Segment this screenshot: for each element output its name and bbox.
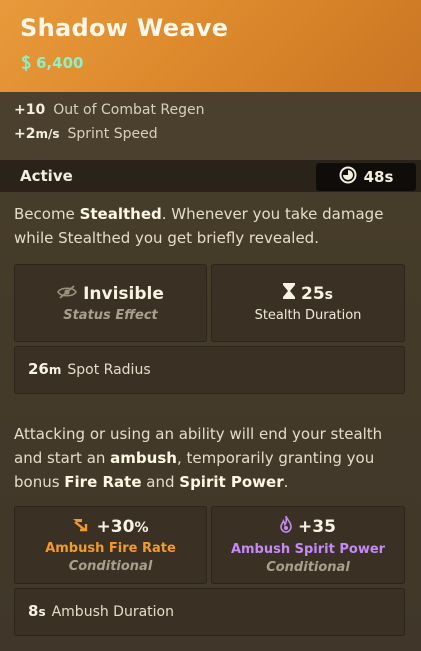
cooldown-clock-icon xyxy=(339,166,357,188)
stat-box-ambush-spirit: +35 Ambush Spirit Power Conditional xyxy=(211,506,405,584)
stat-box-invisible: Invisible Status Effect xyxy=(14,264,207,342)
stat-value: 26 xyxy=(28,360,49,378)
hourglass-icon xyxy=(282,283,295,304)
item-header: Shadow Weave 6,400 xyxy=(0,0,421,92)
stat-label: Spot Radius xyxy=(67,362,151,378)
keyword-spirit-power: Spirit Power xyxy=(179,473,284,491)
keyword-stealthed: Stealthed xyxy=(79,205,162,223)
item-title: Shadow Weave xyxy=(20,14,229,42)
cost-value: 6,400 xyxy=(36,54,84,72)
passive-stat-sprint: +2m/s Sprint Speed xyxy=(14,126,158,146)
stat-box-spot-radius: 26m Spot Radius xyxy=(14,346,405,394)
stat-sub-label: Stealth Duration xyxy=(254,308,362,323)
stat-value: +30 xyxy=(96,516,135,537)
souls-currency-icon xyxy=(20,54,32,72)
fire-rate-icon xyxy=(72,517,91,537)
stat-label: Ambush Duration xyxy=(51,604,174,620)
stat-unit: m xyxy=(48,363,62,377)
keyword-ambush: ambush xyxy=(110,449,177,467)
stat-value: 25 xyxy=(300,283,325,304)
stat-sub-label: Ambush Fire Rate xyxy=(45,540,176,556)
stat-box-stealth-duration: 25s Stealth Duration xyxy=(211,264,405,342)
item-cost: 6,400 xyxy=(20,52,83,74)
stat-box-ambush-fire-rate: +30% Ambush Fire Rate Conditional xyxy=(14,506,207,584)
stat-label: Out of Combat Regen xyxy=(53,102,205,118)
stat-value: Invisible xyxy=(83,283,164,304)
passive-stat-regen: +10 Out of Combat Regen xyxy=(14,102,204,122)
stat-unit: s xyxy=(38,605,46,619)
stat-box-ambush-duration: 8s Ambush Duration xyxy=(14,588,405,636)
stat-value: +2 xyxy=(14,126,36,142)
keyword-fire-rate: Fire Rate xyxy=(64,473,142,491)
stat-unit: % xyxy=(134,519,149,536)
stat-value: 8 xyxy=(28,602,39,620)
eye-slash-icon xyxy=(57,284,78,304)
cooldown-badge: 48s xyxy=(316,163,416,191)
stat-value: +35 xyxy=(298,516,336,537)
conditional-label: Conditional xyxy=(266,560,350,575)
stat-unit: s xyxy=(324,286,333,303)
stat-label: Sprint Speed xyxy=(67,126,158,142)
passive-stats: +10 Out of Combat Regen +2m/s Sprint Spe… xyxy=(0,92,421,160)
active-description: Become Stealthed. Whenever you take dama… xyxy=(14,205,384,247)
conditional-label: Conditional xyxy=(68,558,153,574)
cooldown-value: 48s xyxy=(363,168,394,186)
stat-sub-label: Ambush Spirit Power xyxy=(230,542,386,557)
stat-unit: m/s xyxy=(35,127,60,141)
spirit-flame-icon xyxy=(280,515,292,538)
active-label: Active xyxy=(20,167,73,185)
stat-sub-label: Status Effect xyxy=(63,307,158,323)
stat-value: +10 xyxy=(14,102,46,118)
item-tooltip-card: Shadow Weave 6,400 +10 Out of Combat Reg… xyxy=(0,0,421,651)
ambush-description: Attacking or using an ability will end y… xyxy=(14,425,383,491)
